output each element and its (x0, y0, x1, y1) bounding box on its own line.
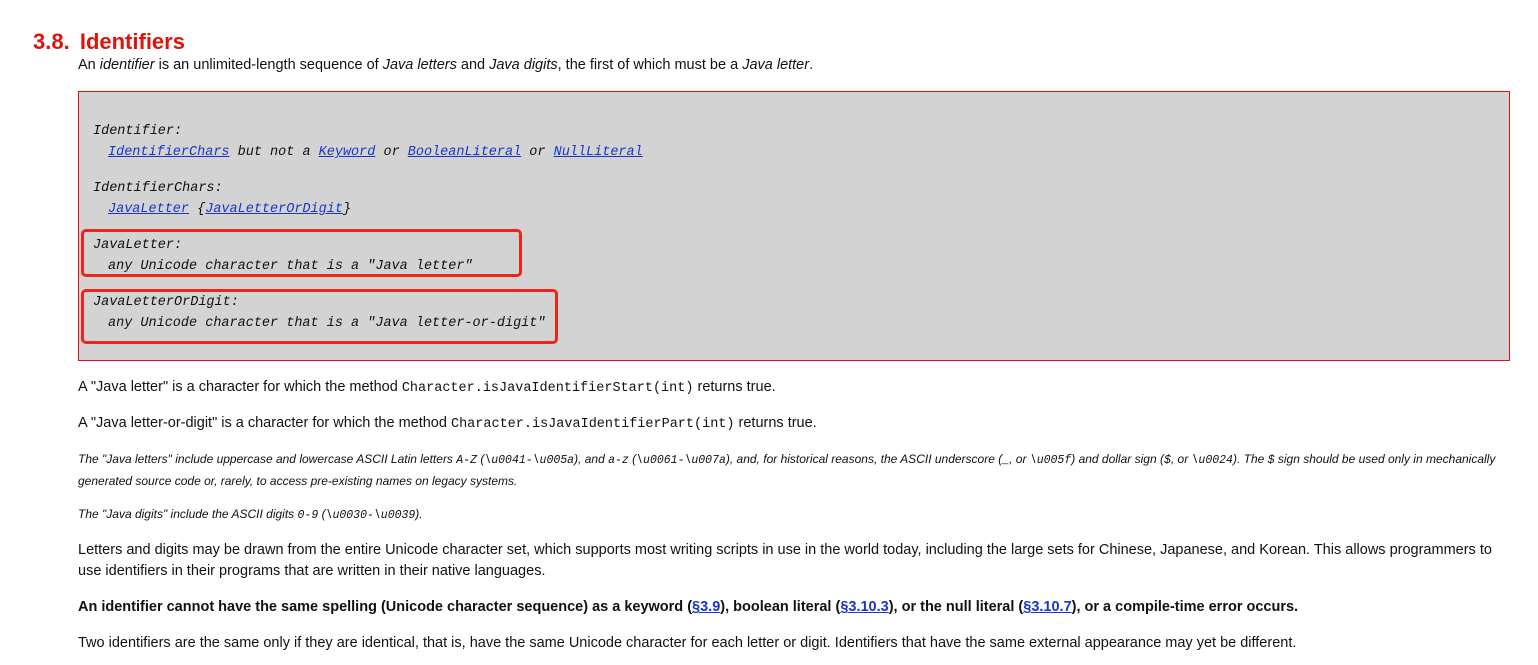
intro-text: is an unlimited-length sequence of (154, 57, 383, 73)
intro-text: . (809, 57, 814, 73)
note-text: ) and dollar sign ( (1071, 452, 1164, 466)
paragraph-text: A "Java letter-or-digit" is a character … (78, 415, 451, 431)
page: 3.8. Identifiers An identifier is an unl… (0, 0, 1538, 665)
section-3-10-3-link[interactable]: §3.10.3 (840, 599, 888, 615)
rule-text: ), or a compile-time error occurs. (1071, 599, 1299, 615)
paragraph-text: A "Java letter" is a character for which… (78, 379, 402, 395)
paragraph-text: returns true. (734, 415, 817, 431)
note-code: $ (1163, 454, 1171, 467)
code-is-java-identifier-start: Character.isJavaIdentifierStart(int) (401, 381, 694, 396)
term-java-letter: Java letter (742, 57, 810, 73)
section-heading: 3.8. Identifiers (33, 29, 185, 55)
rule-text: ), boolean literal ( (720, 599, 841, 615)
note-code: \u0041-\u005a (484, 454, 575, 467)
rule-text: An identifier cannot have the same spell… (78, 599, 693, 615)
note-text: , or (1009, 452, 1030, 466)
rhs-text: or (375, 145, 408, 160)
note-code: $ (1267, 454, 1275, 467)
note-text: ). (415, 507, 423, 521)
java-letter-paragraph: A "Java letter" is a character for which… (78, 377, 1508, 399)
note-code: \u0030-\u0039 (325, 509, 416, 522)
intro-text: and (456, 57, 490, 73)
intro-paragraph: An identifier is an unlimited-length seq… (78, 55, 1508, 76)
note-text: , or (1170, 452, 1192, 466)
java-digits-note: The "Java digits" include the ASCII digi… (78, 504, 1508, 526)
section-number: 3.8. (33, 29, 70, 55)
note-text: ( (318, 507, 326, 521)
note-text: ). The (1232, 452, 1268, 466)
production-identifier: Identifier: IdentifierChars but not a Ke… (93, 121, 643, 163)
same-identifiers-paragraph: Two identifiers are the same only if the… (78, 635, 1297, 651)
term-java-digits: Java digits (489, 57, 558, 73)
section-3-10-7-link[interactable]: §3.10.7 (1023, 599, 1071, 615)
javaletterordigit-link[interactable]: JavaLetterOrDigit (205, 202, 343, 217)
section-title: Identifiers (79, 29, 185, 55)
note-code: 0-9 (297, 509, 319, 522)
keyword-link[interactable]: Keyword (319, 145, 376, 160)
note-code: A-Z (456, 454, 477, 467)
note-text: ), and, for historical reasons, the ASCI… (725, 452, 1003, 466)
note-code: \u0061-\u007a (636, 454, 726, 467)
production-rhs: JavaLetter {JavaLetterOrDigit} (93, 199, 351, 220)
java-letters-note: The "Java letters" include uppercase and… (78, 449, 1508, 492)
note-code: \u005f (1029, 454, 1072, 467)
nullliteral-link[interactable]: NullLiteral (554, 145, 643, 160)
rhs-text: or (521, 145, 554, 160)
booleanliteral-link[interactable]: BooleanLiteral (408, 145, 521, 160)
rhs-text: { (189, 202, 206, 217)
note-text: ), and (574, 452, 609, 466)
note-code: \u0024 (1191, 454, 1233, 467)
unicode-paragraph: Letters and digits may be drawn from the… (78, 542, 1492, 579)
java-letter-or-digit-paragraph: A "Java letter-or-digit" is a character … (78, 413, 1508, 435)
note-code: a-z (608, 454, 629, 467)
javaletter-link[interactable]: JavaLetter (108, 202, 189, 217)
identifierchars-link[interactable]: IdentifierChars (108, 145, 230, 160)
term-identifier: identifier (99, 57, 155, 73)
rhs-text: but not a (229, 145, 319, 160)
production-rhs: IdentifierChars but not a Keyword or Boo… (93, 142, 643, 163)
intro-text: , the first of which must be a (557, 57, 743, 73)
code-is-java-identifier-part: Character.isJavaIdentifierPart(int) (450, 417, 735, 432)
paragraph-text: returns true. (693, 379, 776, 395)
highlight-box-javaletter (81, 229, 522, 277)
production-lhs: Identifier: (93, 124, 183, 139)
production-lhs: IdentifierChars: (93, 181, 223, 196)
term-java-letters: Java letters (382, 57, 457, 73)
production-identifierchars: IdentifierChars: JavaLetter {JavaLetterO… (93, 178, 351, 220)
rhs-text: } (342, 202, 352, 217)
highlight-box-javaletterordigit (81, 289, 558, 344)
rule-text: ), or the null literal ( (888, 599, 1024, 615)
rule-paragraph: An identifier cannot have the same spell… (78, 597, 1508, 618)
intro-text: An (78, 57, 100, 73)
note-text: The "Java letters" include uppercase and… (78, 452, 457, 466)
note-text: The "Java digits" include the ASCII digi… (78, 507, 298, 521)
section-3-9-link[interactable]: §3.9 (692, 599, 720, 615)
